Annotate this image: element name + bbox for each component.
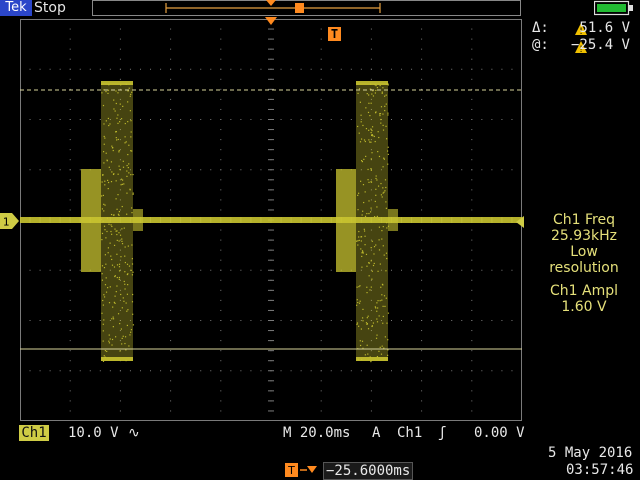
coupling-icon: ∿ [128, 425, 140, 441]
burst-high [101, 83, 133, 361]
ch1-freq-title: Ch1 Freq [553, 212, 615, 228]
brand-logo: Tek [0, 0, 32, 16]
trigger-position-marker[interactable] [265, 17, 277, 27]
timebase-readout: M 20.0ms [283, 425, 351, 441]
burst-low [81, 169, 101, 272]
time-readout: 03:57:46 [566, 462, 634, 478]
ch1-volts-per-div: 10.0 V [68, 425, 119, 441]
trigger-slope-icon: ʃ [438, 425, 447, 441]
ch1-freq-note-low: Low [570, 244, 598, 260]
trigger-offset-value[interactable]: −25.6000ms [323, 462, 414, 480]
trigger-position-icon: T [285, 463, 317, 477]
battery-icon [594, 0, 633, 16]
cursor-at-value: −25.4 V [570, 37, 630, 53]
ch1-freq-note-resolution: resolution [549, 260, 619, 276]
record-position-bar [92, 0, 521, 16]
cursor-delta-value: 51.6 V [579, 20, 630, 36]
svg-text:T: T [287, 464, 295, 477]
ch1-marker-label: 1 [3, 216, 10, 229]
ch1-channel-button[interactable]: Ch1 [19, 425, 49, 441]
ch1-freq-value: 25.93kHz [550, 228, 618, 244]
trigger-marker-icon: T [328, 27, 341, 41]
trigger-level-marker[interactable] [516, 216, 524, 228]
cursor-delta-label: Δ: [532, 20, 549, 36]
trigger-level: 0.00 V [474, 425, 525, 441]
waveform-display[interactable] [20, 19, 522, 421]
cursor-at-label: @: [532, 37, 549, 53]
run-state: Stop [34, 0, 66, 16]
burst-high [356, 83, 388, 361]
trigger-source: Ch1 [397, 425, 423, 441]
ch1-ampl-title: Ch1 Ampl [550, 283, 618, 299]
ch1-ground-marker[interactable]: 1 [0, 213, 20, 229]
ch1-ampl-value: 1.60 V [561, 299, 607, 315]
burst-low [336, 169, 356, 272]
trigger-mode: A [372, 425, 381, 441]
date-readout: 5 May 2016 [548, 445, 633, 461]
